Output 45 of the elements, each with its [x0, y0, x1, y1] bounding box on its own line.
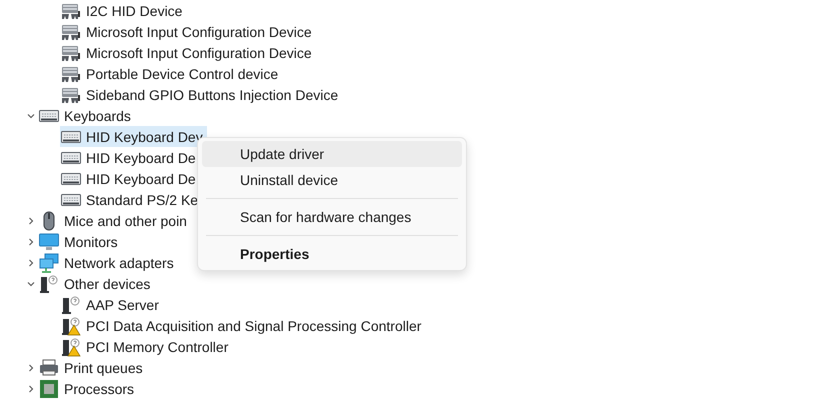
unknown-device-icon: [61, 294, 81, 314]
tree-item[interactable]: Network adapters: [38, 252, 178, 273]
collapse-chevron-icon[interactable]: [26, 216, 36, 226]
collapse-chevron-icon[interactable]: [26, 236, 36, 246]
printer-icon: [39, 358, 59, 376]
tree-item[interactable]: Mice and other poin: [38, 210, 191, 231]
menu-item[interactable]: Properties: [202, 241, 462, 267]
keyboard-icon: [61, 192, 81, 206]
tree-item[interactable]: Processors: [38, 378, 138, 399]
keyboard-icon: [39, 108, 59, 122]
tree-item[interactable]: Standard PS/2 Ke: [60, 189, 202, 210]
menu-item[interactable]: Uninstall device: [202, 167, 462, 193]
tree-item[interactable]: AAP Server: [60, 294, 163, 315]
gamepad-icon: [61, 22, 81, 40]
keyboard-icon: [61, 150, 81, 164]
chip-icon: [39, 378, 59, 398]
warning-device-icon: [61, 316, 81, 336]
gamepad-icon: [61, 86, 81, 104]
tree-item[interactable]: Microsoft Input Configuration Device: [60, 21, 316, 42]
tree-item[interactable]: Other devices: [38, 273, 154, 294]
tree-item[interactable]: Keyboards: [38, 105, 135, 126]
tree-item[interactable]: Sideband GPIO Buttons Injection Device: [60, 84, 342, 105]
menu-item[interactable]: Scan for hardware changes: [202, 204, 462, 230]
tree-item[interactable]: Portable Device Control device: [60, 63, 282, 84]
tree-item[interactable]: HID Keyboard De: [60, 168, 200, 189]
tree-item[interactable]: PCI Memory Controller: [60, 336, 232, 357]
gamepad-icon: [61, 44, 81, 62]
collapse-chevron-icon[interactable]: [26, 362, 36, 372]
monitor-icon: [39, 232, 59, 250]
unknown-device-icon: [39, 274, 59, 294]
gamepad-icon: [61, 2, 81, 20]
network-icon: [39, 252, 59, 272]
keyboard-icon: [61, 172, 81, 186]
tree-item[interactable]: Monitors: [38, 231, 122, 252]
collapse-chevron-icon[interactable]: [26, 384, 36, 394]
tree-item[interactable]: I2C HID Device: [60, 0, 186, 21]
menu-item[interactable]: Update driver: [202, 141, 462, 167]
keyboard-icon: [61, 130, 81, 144]
tree-item[interactable]: Print queues: [38, 357, 147, 378]
tree-item[interactable]: Microsoft Input Configuration Device: [60, 42, 316, 63]
gamepad-icon: [61, 64, 81, 82]
collapse-chevron-icon[interactable]: [26, 258, 36, 268]
tree-item[interactable]: HID Keyboard De: [60, 147, 200, 168]
tree-item[interactable]: PCI Data Acquisition and Signal Processing Controller: [60, 315, 426, 336]
warning-device-icon: [61, 336, 81, 356]
